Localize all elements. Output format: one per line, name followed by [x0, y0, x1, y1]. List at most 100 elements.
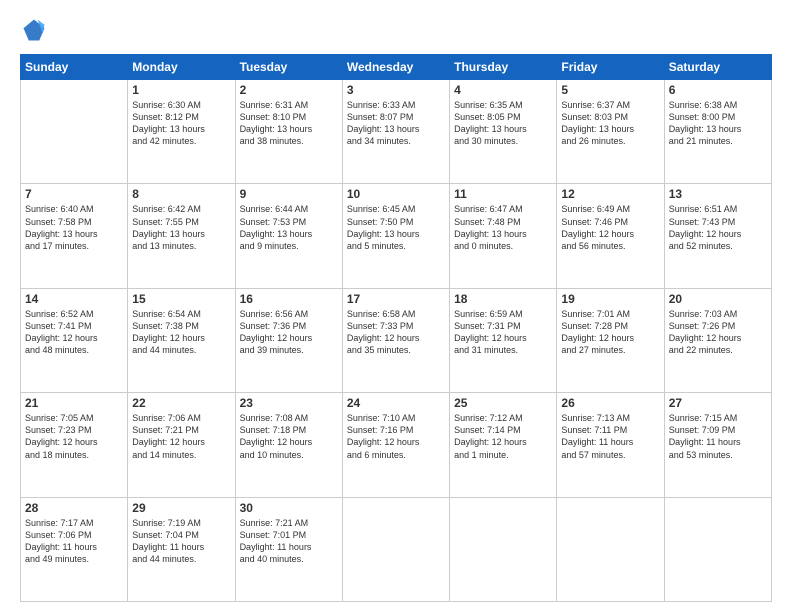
- day-number: 12: [561, 187, 659, 201]
- logo-icon: [20, 16, 48, 44]
- calendar-cell: 20 Sunrise: 7:03 AM Sunset: 7:26 PM Dayli…: [664, 288, 771, 392]
- day-number: 1: [132, 83, 230, 97]
- day-info: Sunrise: 6:42 AM Sunset: 7:55 PM Dayligh…: [132, 203, 230, 252]
- col-header-friday: Friday: [557, 55, 664, 80]
- calendar-cell: 1 Sunrise: 6:30 AM Sunset: 8:12 PM Daylig…: [128, 80, 235, 184]
- calendar-cell: 7Sunrise: 6:40 AM Sunset: 7:58 PM Daylig…: [21, 184, 128, 288]
- calendar-cell: 10 Sunrise: 6:45 AM Sunset: 7:50 PM Dayli…: [342, 184, 449, 288]
- day-number: 3: [347, 83, 445, 97]
- calendar-row-1: 1 Sunrise: 6:30 AM Sunset: 8:12 PM Daylig…: [21, 80, 772, 184]
- calendar-row-2: 7Sunrise: 6:40 AM Sunset: 7:58 PM Daylig…: [21, 184, 772, 288]
- calendar-cell: 13 Sunrise: 6:51 AM Sunset: 7:43 PM Dayli…: [664, 184, 771, 288]
- day-info: Sunrise: 6:56 AM Sunset: 7:36 PM Dayligh…: [240, 308, 338, 357]
- col-header-wednesday: Wednesday: [342, 55, 449, 80]
- calendar-cell: 28 Sunrise: 7:17 AM Sunset: 7:06 PM Dayli…: [21, 497, 128, 601]
- calendar-cell: 23 Sunrise: 7:08 AM Sunset: 7:18 PM Dayli…: [235, 393, 342, 497]
- day-info: Sunrise: 7:03 AM Sunset: 7:26 PM Dayligh…: [669, 308, 767, 357]
- day-number: 15: [132, 292, 230, 306]
- day-info: Sunrise: 7:19 AM Sunset: 7:04 PM Dayligh…: [132, 517, 230, 566]
- calendar-cell: 12 Sunrise: 6:49 AM Sunset: 7:46 PM Dayli…: [557, 184, 664, 288]
- day-info: Sunrise: 6:45 AM Sunset: 7:50 PM Dayligh…: [347, 203, 445, 252]
- day-number: 28: [25, 501, 123, 515]
- col-header-monday: Monday: [128, 55, 235, 80]
- calendar-cell: [557, 497, 664, 601]
- calendar-cell: 16 Sunrise: 6:56 AM Sunset: 7:36 PM Dayli…: [235, 288, 342, 392]
- day-number: 25: [454, 396, 552, 410]
- day-number: 11: [454, 187, 552, 201]
- day-info: Sunrise: 6:49 AM Sunset: 7:46 PM Dayligh…: [561, 203, 659, 252]
- page: SundayMondayTuesdayWednesdayThursdayFrid…: [0, 0, 792, 612]
- day-info: Sunrise: 6:52 AM Sunset: 7:41 PM Dayligh…: [25, 308, 123, 357]
- logo: [20, 16, 52, 44]
- day-number: 22: [132, 396, 230, 410]
- day-number: 30: [240, 501, 338, 515]
- calendar-cell: 5 Sunrise: 6:37 AM Sunset: 8:03 PM Daylig…: [557, 80, 664, 184]
- day-info: Sunrise: 6:54 AM Sunset: 7:38 PM Dayligh…: [132, 308, 230, 357]
- day-info: Sunrise: 6:33 AM Sunset: 8:07 PM Dayligh…: [347, 99, 445, 148]
- calendar-cell: 3 Sunrise: 6:33 AM Sunset: 8:07 PM Daylig…: [342, 80, 449, 184]
- calendar-row-5: 28 Sunrise: 7:17 AM Sunset: 7:06 PM Dayli…: [21, 497, 772, 601]
- calendar-row-3: 14 Sunrise: 6:52 AM Sunset: 7:41 PM Dayli…: [21, 288, 772, 392]
- day-info: Sunrise: 7:06 AM Sunset: 7:21 PM Dayligh…: [132, 412, 230, 461]
- col-header-sunday: Sunday: [21, 55, 128, 80]
- col-header-tuesday: Tuesday: [235, 55, 342, 80]
- day-number: 13: [669, 187, 767, 201]
- day-info: Sunrise: 6:35 AM Sunset: 8:05 PM Dayligh…: [454, 99, 552, 148]
- day-info: Sunrise: 6:44 AM Sunset: 7:53 PM Dayligh…: [240, 203, 338, 252]
- calendar-cell: 21 Sunrise: 7:05 AM Sunset: 7:23 PM Dayli…: [21, 393, 128, 497]
- calendar-cell: 11 Sunrise: 6:47 AM Sunset: 7:48 PM Dayli…: [450, 184, 557, 288]
- calendar-cell: 15 Sunrise: 6:54 AM Sunset: 7:38 PM Dayli…: [128, 288, 235, 392]
- day-number: 17: [347, 292, 445, 306]
- day-number: 6: [669, 83, 767, 97]
- day-number: 9: [240, 187, 338, 201]
- day-number: 7: [25, 187, 123, 201]
- calendar-cell: 14 Sunrise: 6:52 AM Sunset: 7:41 PM Dayli…: [21, 288, 128, 392]
- day-info: Sunrise: 6:47 AM Sunset: 7:48 PM Dayligh…: [454, 203, 552, 252]
- calendar-cell: 17Sunrise: 6:58 AM Sunset: 7:33 PM Dayli…: [342, 288, 449, 392]
- day-number: 14: [25, 292, 123, 306]
- day-info: Sunrise: 7:08 AM Sunset: 7:18 PM Dayligh…: [240, 412, 338, 461]
- day-number: 24: [347, 396, 445, 410]
- day-info: Sunrise: 7:15 AM Sunset: 7:09 PM Dayligh…: [669, 412, 767, 461]
- day-info: Sunrise: 7:21 AM Sunset: 7:01 PM Dayligh…: [240, 517, 338, 566]
- calendar-cell: [450, 497, 557, 601]
- day-number: 21: [25, 396, 123, 410]
- day-info: Sunrise: 6:37 AM Sunset: 8:03 PM Dayligh…: [561, 99, 659, 148]
- day-number: 23: [240, 396, 338, 410]
- calendar-cell: 18 Sunrise: 6:59 AM Sunset: 7:31 PM Dayli…: [450, 288, 557, 392]
- day-number: 18: [454, 292, 552, 306]
- day-number: 10: [347, 187, 445, 201]
- calendar-table: SundayMondayTuesdayWednesdayThursdayFrid…: [20, 54, 772, 602]
- day-number: 26: [561, 396, 659, 410]
- day-info: Sunrise: 6:38 AM Sunset: 8:00 PM Dayligh…: [669, 99, 767, 148]
- day-number: 20: [669, 292, 767, 306]
- calendar-cell: 9 Sunrise: 6:44 AM Sunset: 7:53 PM Daylig…: [235, 184, 342, 288]
- day-number: 27: [669, 396, 767, 410]
- calendar-cell: 24 Sunrise: 7:10 AM Sunset: 7:16 PM Dayli…: [342, 393, 449, 497]
- day-info: Sunrise: 6:59 AM Sunset: 7:31 PM Dayligh…: [454, 308, 552, 357]
- calendar-cell: 27 Sunrise: 7:15 AM Sunset: 7:09 PM Dayli…: [664, 393, 771, 497]
- calendar-cell: 22 Sunrise: 7:06 AM Sunset: 7:21 PM Dayli…: [128, 393, 235, 497]
- calendar-cell: [21, 80, 128, 184]
- day-number: 16: [240, 292, 338, 306]
- day-info: Sunrise: 7:13 AM Sunset: 7:11 PM Dayligh…: [561, 412, 659, 461]
- day-info: Sunrise: 7:17 AM Sunset: 7:06 PM Dayligh…: [25, 517, 123, 566]
- day-info: Sunrise: 6:31 AM Sunset: 8:10 PM Dayligh…: [240, 99, 338, 148]
- day-info: Sunrise: 7:10 AM Sunset: 7:16 PM Dayligh…: [347, 412, 445, 461]
- day-number: 19: [561, 292, 659, 306]
- calendar-cell: 26 Sunrise: 7:13 AM Sunset: 7:11 PM Dayli…: [557, 393, 664, 497]
- day-number: 29: [132, 501, 230, 515]
- day-info: Sunrise: 7:05 AM Sunset: 7:23 PM Dayligh…: [25, 412, 123, 461]
- day-number: 2: [240, 83, 338, 97]
- calendar-cell: 8Sunrise: 6:42 AM Sunset: 7:55 PM Daylig…: [128, 184, 235, 288]
- calendar-cell: 4Sunrise: 6:35 AM Sunset: 8:05 PM Daylig…: [450, 80, 557, 184]
- calendar-cell: 19Sunrise: 7:01 AM Sunset: 7:28 PM Dayli…: [557, 288, 664, 392]
- calendar-cell: 30 Sunrise: 7:21 AM Sunset: 7:01 PM Dayli…: [235, 497, 342, 601]
- calendar-cell: 25Sunrise: 7:12 AM Sunset: 7:14 PM Dayli…: [450, 393, 557, 497]
- day-info: Sunrise: 6:30 AM Sunset: 8:12 PM Dayligh…: [132, 99, 230, 148]
- header: [20, 16, 772, 44]
- calendar-cell: [664, 497, 771, 601]
- day-info: Sunrise: 6:51 AM Sunset: 7:43 PM Dayligh…: [669, 203, 767, 252]
- day-number: 5: [561, 83, 659, 97]
- col-header-saturday: Saturday: [664, 55, 771, 80]
